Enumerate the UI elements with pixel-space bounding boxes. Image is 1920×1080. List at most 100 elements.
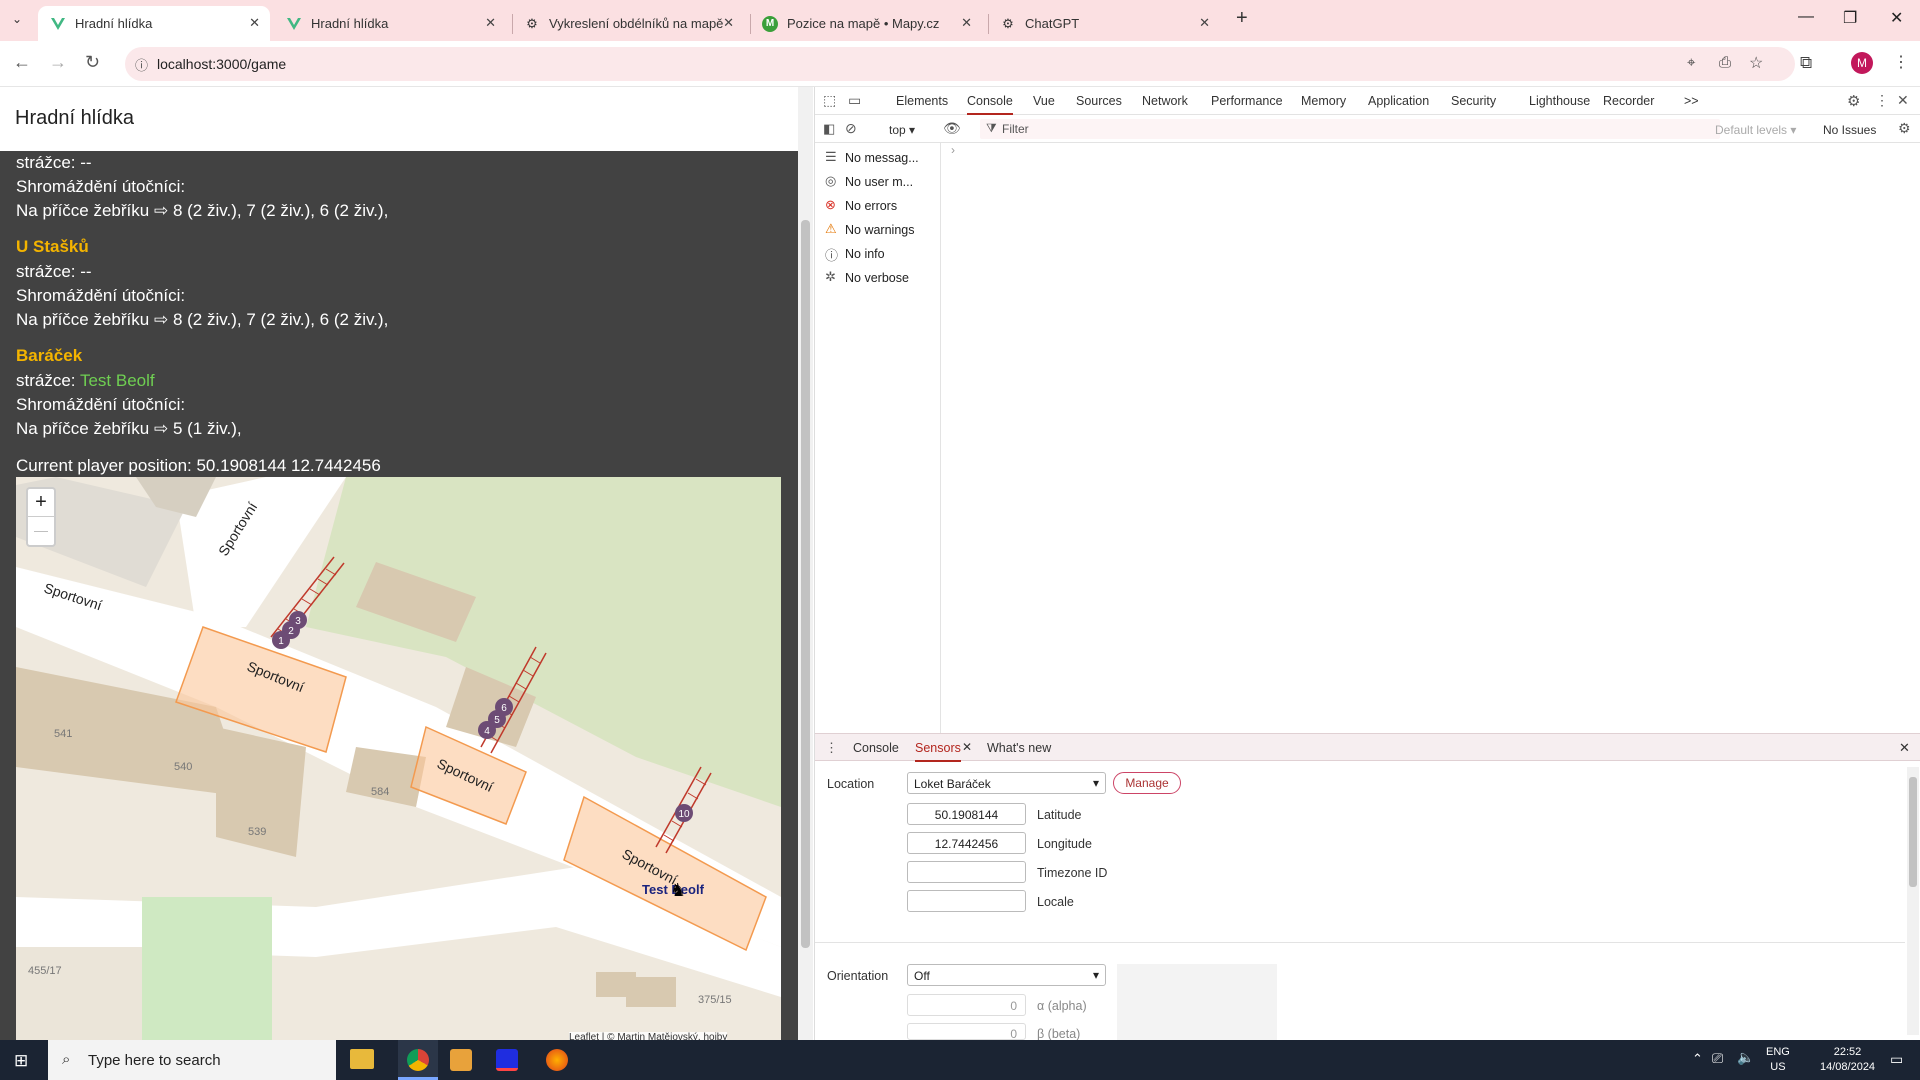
bookmark-star-icon[interactable]: ☆ — [1749, 53, 1763, 73]
windows-start-icon[interactable]: ⊞ — [14, 1051, 28, 1071]
tab-performance[interactable]: Performance — [1211, 94, 1283, 108]
locale-input[interactable] — [907, 890, 1026, 912]
sidebar-item-errors[interactable]: No errors — [845, 199, 897, 213]
marker-label: 5 — [494, 715, 500, 726]
sticky-app-icon[interactable] — [450, 1049, 472, 1071]
sidebar-item-info[interactable]: No info — [845, 247, 885, 261]
alpha-input[interactable]: 0 — [907, 994, 1026, 1016]
more-tabs-button[interactable]: >> — [1684, 94, 1699, 108]
location-pin-icon[interactable]: ⌖ — [1687, 54, 1695, 71]
kebab-menu-icon[interactable]: ⋮ — [1875, 92, 1889, 109]
latitude-input[interactable]: 50.1908144 — [907, 803, 1026, 825]
info-icon[interactable]: ⓘ — [135, 55, 148, 74]
reload-icon[interactable]: ↻ — [85, 52, 100, 73]
tab-sources[interactable]: Sources — [1076, 94, 1122, 108]
restore-icon[interactable]: ❐ — [1843, 8, 1857, 28]
context-select[interactable]: top ▾ — [889, 123, 915, 137]
volume-icon[interactable]: 🔈 — [1737, 1049, 1754, 1066]
tab-lighthouse[interactable]: Lighthouse — [1529, 94, 1590, 108]
address-bar[interactable]: ⓘ localhost:3000/game ⌖ ⎙ ☆ — [125, 47, 1795, 81]
divider — [815, 942, 1905, 943]
close-drawer-icon[interactable]: ✕ — [1899, 740, 1910, 756]
file-explorer-icon[interactable] — [350, 1049, 374, 1069]
orientation-label: Orientation — [827, 969, 889, 983]
devtools-tabbar: ⬚ ▭ Elements Console Vue Sources Network… — [815, 87, 1920, 115]
mapy-icon: M — [762, 15, 778, 32]
tab-mapy[interactable]: M Pozice na mapě • Mapy.cz ✕ — [750, 6, 982, 41]
tab-chatgpt[interactable]: ⚙ ChatGPT ✕ — [988, 6, 1220, 41]
taskbar-search[interactable]: ⌕ Type here to search — [48, 1040, 336, 1080]
zoom-in-button[interactable]: + — [28, 489, 54, 517]
eye-icon[interactable]: 👁 — [943, 120, 961, 137]
url-text: localhost:3000/game — [157, 56, 287, 72]
issues-counter[interactable]: No Issues — [1823, 123, 1876, 137]
device-toolbar-icon[interactable]: ▭ — [848, 92, 861, 109]
page-scroll-thumb[interactable] — [801, 220, 810, 948]
drawer-scrollbar[interactable] — [1907, 767, 1919, 1035]
intellij-icon[interactable] — [496, 1049, 518, 1071]
tab-recorder[interactable]: Recorder — [1603, 94, 1654, 108]
forward-icon[interactable]: → — [49, 52, 67, 73]
notifications-icon[interactable]: ▭ — [1890, 1051, 1903, 1068]
zoom-out-button[interactable]: — — [28, 517, 54, 545]
back-icon[interactable]: ← — [13, 52, 31, 73]
sidebar-item-user-messages[interactable]: No user m... — [845, 175, 913, 189]
menu-icon[interactable]: ⋮ — [1893, 52, 1909, 72]
timezone-input[interactable] — [907, 861, 1026, 883]
close-icon[interactable]: ✕ — [485, 15, 496, 31]
drawer-tab-whats-new[interactable]: What's new — [987, 741, 1051, 755]
screenshot-icon[interactable]: ⎙ — [1719, 54, 1731, 71]
chrome-taskbar-item[interactable] — [398, 1040, 438, 1080]
console-prompt-chevron[interactable]: › — [951, 143, 955, 157]
close-window-icon[interactable]: ✕ — [1890, 8, 1903, 28]
sidebar-item-messages[interactable]: No messag... — [845, 151, 919, 165]
console-settings-icon[interactable]: ⚙ — [1898, 120, 1911, 137]
tab-search-icon[interactable]: ⌄ — [12, 12, 22, 26]
location-select[interactable]: Loket Baráček ▾ — [907, 772, 1106, 794]
close-icon[interactable]: ✕ — [249, 15, 260, 31]
clock[interactable]: 22:52 14/08/2024 — [1820, 1045, 1875, 1075]
tab-hradni-hlidka-2[interactable]: Hradní hlídka ✕ — [274, 6, 506, 41]
filter-input[interactable]: ⧩ Filter — [980, 119, 1720, 139]
close-icon[interactable]: ✕ — [1199, 15, 1210, 31]
manage-button[interactable]: Manage — [1113, 772, 1181, 794]
close-icon[interactable]: ✕ — [961, 15, 972, 31]
tab-security[interactable]: Security — [1451, 94, 1496, 108]
close-devtools-icon[interactable]: ✕ — [1897, 92, 1909, 109]
beta-input[interactable]: 0 — [907, 1023, 1026, 1040]
sidebar-item-warnings[interactable]: No warnings — [845, 223, 914, 237]
drawer-menu-icon[interactable]: ⋮ — [825, 740, 838, 756]
tab-application[interactable]: Application — [1368, 94, 1429, 108]
new-tab-button[interactable]: + — [1236, 7, 1248, 30]
levels-select[interactable]: Default levels ▾ — [1715, 123, 1796, 137]
tray-chevron-icon[interactable]: ⌃ — [1692, 1051, 1703, 1067]
language-indicator[interactable]: ENG US — [1766, 1045, 1790, 1075]
tab-network[interactable]: Network — [1142, 94, 1188, 108]
longitude-input[interactable]: 12.7442456 — [907, 832, 1026, 854]
tab-memory[interactable]: Memory — [1301, 94, 1346, 108]
minimize-icon[interactable]: — — [1798, 8, 1814, 26]
orientation-select[interactable]: Off ▾ — [907, 964, 1106, 986]
page-title: Hradní hlídka — [15, 107, 134, 129]
tab-vue[interactable]: Vue — [1033, 94, 1055, 108]
map-attribution[interactable]: Leaflet | © Martin Matějovský, hojby — [569, 1032, 728, 1040]
clear-console-icon[interactable]: ⊘ — [845, 120, 857, 137]
tab-vykresleni[interactable]: ⚙ Vykreslení obdélníků na mapě ✕ — [512, 6, 744, 41]
drawer-tab-console[interactable]: Console — [853, 741, 899, 755]
horse-icon[interactable]: ♞ — [670, 880, 686, 901]
drawer-tab-sensors[interactable]: Sensors — [915, 741, 961, 762]
tab-console[interactable]: Console — [967, 94, 1013, 115]
sidebar-toggle-icon[interactable]: ◧ — [823, 121, 835, 137]
extensions-icon[interactable]: ⧉ — [1800, 53, 1812, 73]
tab-elements[interactable]: Elements — [896, 94, 948, 108]
firefox-icon[interactable] — [546, 1049, 568, 1071]
close-icon[interactable]: ✕ — [962, 740, 972, 754]
settings-gear-icon[interactable]: ⚙ — [1847, 92, 1860, 110]
leaflet-map[interactable]: 1 2 3 4 5 6 10 Sportovní Sportovní Sport… — [16, 477, 781, 1040]
close-icon[interactable]: ✕ — [723, 15, 734, 31]
sidebar-item-verbose[interactable]: No verbose — [845, 271, 909, 285]
network-icon[interactable]: ⎚ — [1712, 1050, 1723, 1067]
inspect-icon[interactable]: ⬚ — [823, 92, 836, 109]
tab-hradni-hlidka-1[interactable]: Hradní hlídka ✕ — [38, 6, 270, 41]
profile-avatar[interactable]: M — [1851, 52, 1873, 74]
